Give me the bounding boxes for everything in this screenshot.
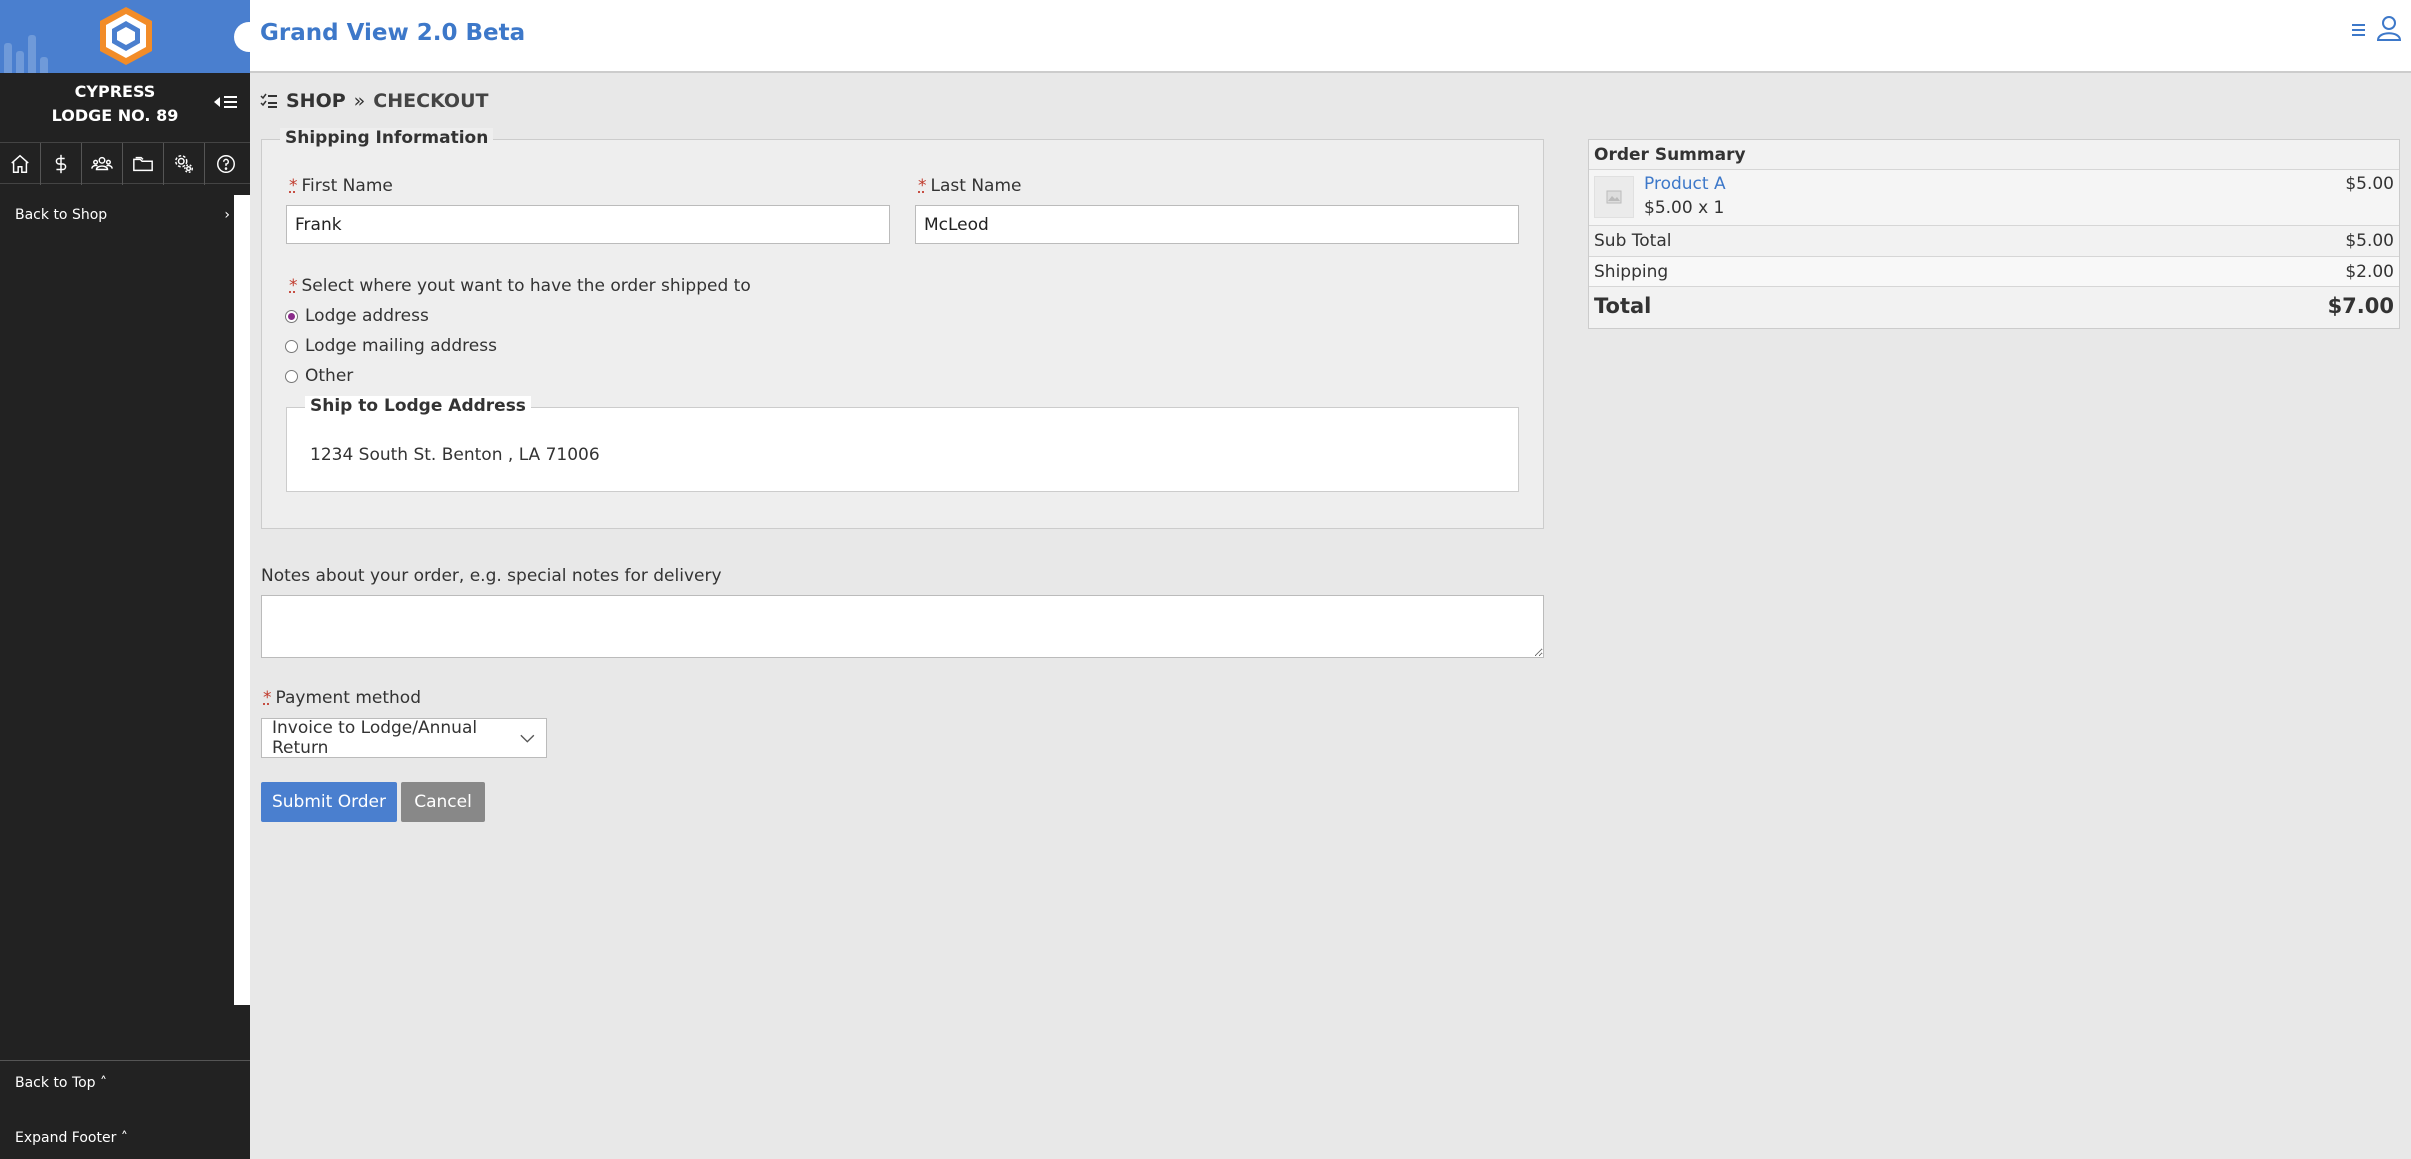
lodge-name-line2: LODGE NO. 89	[51, 106, 179, 125]
back-to-top-link[interactable]: Back to Top ˄	[15, 1075, 107, 1091]
submit-order-button[interactable]: Submit Order	[261, 782, 397, 822]
back-to-top-label: Back to Top	[15, 1075, 96, 1091]
product-price-qty: $5.00 x 1	[1644, 198, 1725, 218]
subtotal-label: Sub Total	[1594, 231, 1672, 251]
required-marker: *	[289, 176, 298, 196]
last-name-label: * Last Name	[918, 176, 1021, 196]
logo-bar	[28, 35, 36, 73]
ship-destination-label: * Select where yout want to have the orde…	[289, 276, 751, 296]
shipping-cost-row: Shipping $2.00	[1589, 257, 2399, 287]
product-thumbnail	[1594, 176, 1634, 218]
double-chevron-right-icon: »	[353, 90, 366, 112]
shipping-cost-value: $2.00	[2345, 262, 2394, 282]
help-icon[interactable]	[205, 143, 246, 185]
chevron-up-icon: ˄	[120, 1130, 128, 1146]
members-icon[interactable]	[82, 143, 123, 185]
payment-method-select[interactable]: Invoice to Lodge/Annual Return	[261, 718, 547, 758]
ship-to-lodge-address-legend: Ship to Lodge Address	[305, 396, 531, 416]
radio-button[interactable]	[285, 369, 298, 383]
order-summary: Order Summary Product A $5.00 x 1 $5.00 …	[1588, 139, 2400, 329]
last-name-label-text: Last Name	[930, 176, 1022, 196]
user-icon[interactable]	[2376, 14, 2402, 42]
radio-button[interactable]	[285, 339, 298, 353]
order-item-row: Product A $5.00 x 1 $5.00	[1589, 170, 2399, 226]
chevron-up-icon: ˄	[100, 1075, 108, 1091]
logo-icon[interactable]	[98, 5, 154, 67]
first-name-label: * First Name	[289, 176, 393, 196]
chevron-down-icon	[520, 734, 535, 743]
breadcrumb-shop[interactable]: SHOP	[286, 90, 346, 112]
radio-lodge-mailing-address[interactable]: Lodge mailing address	[285, 336, 497, 356]
first-name-label-text: First Name	[301, 176, 393, 196]
logo-bar	[40, 57, 48, 73]
notes-label: Notes about your order, e.g. special not…	[261, 566, 722, 586]
radio-button[interactable]	[285, 309, 298, 323]
required-marker: *	[918, 176, 927, 196]
radio-other[interactable]: Other	[285, 366, 353, 386]
shipping-cost-label: Shipping	[1594, 262, 1669, 282]
subtotal-value: $5.00	[2345, 231, 2394, 251]
radio-lodge-address[interactable]: Lodge address	[285, 306, 429, 326]
payment-method-value: Invoice to Lodge/Annual Return	[272, 718, 478, 758]
cancel-button[interactable]: Cancel	[401, 782, 485, 822]
ship-destination-label-text: Select where yout want to have the order…	[301, 276, 751, 296]
top-bar: Grand View 2.0 Beta	[250, 0, 2411, 73]
radio-label: Other	[305, 366, 354, 386]
expand-footer-label: Expand Footer	[15, 1130, 117, 1146]
radio-label: Lodge mailing address	[305, 336, 497, 356]
payment-method-label: * Payment method	[263, 688, 421, 708]
last-name-field[interactable]	[915, 205, 1519, 244]
first-name-field[interactable]	[286, 205, 890, 244]
shipping-legend: Shipping Information	[280, 128, 494, 148]
sidebar-panel	[0, 195, 234, 1005]
payment-method-label-text: Payment method	[275, 688, 421, 708]
logo-area	[0, 0, 250, 73]
order-summary-title: Order Summary	[1594, 145, 1746, 165]
expand-footer-link[interactable]: Expand Footer ˄	[15, 1130, 128, 1146]
logo-bar	[16, 51, 24, 73]
total-row: Total $7.00	[1589, 287, 2399, 328]
folder-icon[interactable]	[123, 143, 164, 185]
product-name-link[interactable]: Product A	[1644, 174, 1726, 194]
settings-icon[interactable]	[164, 143, 205, 185]
ship-address-text: 1234 South St. Benton , LA 71006	[310, 445, 600, 465]
sidebar-divider	[0, 1060, 250, 1061]
required-marker: *	[263, 688, 272, 708]
app-title[interactable]: Grand View 2.0 Beta	[260, 20, 525, 46]
total-value: $7.00	[2327, 294, 2394, 318]
home-icon[interactable]	[0, 143, 41, 185]
product-line-total: $5.00	[2345, 174, 2394, 194]
chevron-right-icon: ›	[224, 207, 230, 223]
sidebar-scrollbar[interactable]	[234, 195, 250, 1005]
lodge-name-line1: CYPRESS	[74, 82, 156, 101]
subtotal-row: Sub Total $5.00	[1589, 226, 2399, 257]
sidebar-icon-bar	[0, 142, 250, 185]
logo-bar	[4, 43, 12, 73]
image-placeholder-icon	[1606, 190, 1622, 204]
menu-icon[interactable]	[2350, 20, 2368, 38]
checklist-icon	[260, 93, 277, 108]
back-to-shop-link[interactable]: Back to Shop ›	[15, 207, 230, 223]
breadcrumb-checkout: CHECKOUT	[373, 90, 489, 112]
lodge-name: CYPRESS LODGE NO. 89	[0, 80, 230, 128]
required-marker: *	[289, 276, 298, 296]
total-label: Total	[1594, 294, 1652, 318]
dollar-icon[interactable]	[41, 143, 82, 185]
back-to-shop-label: Back to Shop	[15, 207, 108, 223]
order-notes-textarea[interactable]	[261, 595, 1544, 658]
sidebar: CYPRESS LODGE NO. 89 Back to Shop › Back…	[0, 0, 264, 1159]
radio-label: Lodge address	[305, 306, 429, 326]
breadcrumb: SHOP » CHECKOUT	[260, 90, 488, 112]
collapse-sidebar-icon[interactable]	[212, 91, 242, 113]
order-summary-header: Order Summary	[1589, 140, 2399, 170]
